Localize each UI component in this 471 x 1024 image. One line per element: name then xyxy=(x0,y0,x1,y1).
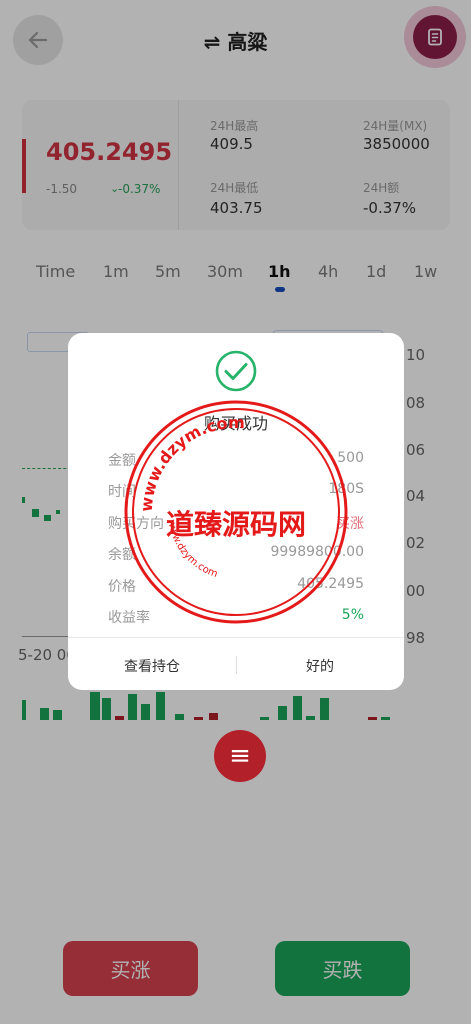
ok-button[interactable]: 好的 xyxy=(236,656,404,676)
watermark-text: 道臻源码网 xyxy=(166,508,306,541)
menu-icon: ≡ xyxy=(229,741,251,771)
dialog-divider xyxy=(68,637,404,638)
svg-text:www.dzym.com: www.dzym.com xyxy=(137,413,245,512)
watermark-stamp: www.dzym.com www.dzym.com 道臻源码网 xyxy=(124,400,348,624)
watermark-ring-text: www.dzym.com xyxy=(137,413,245,512)
check-circle-icon xyxy=(215,350,257,392)
view-positions-button[interactable]: 查看持仓 xyxy=(68,656,236,676)
menu-button[interactable]: ≡ xyxy=(214,730,266,782)
